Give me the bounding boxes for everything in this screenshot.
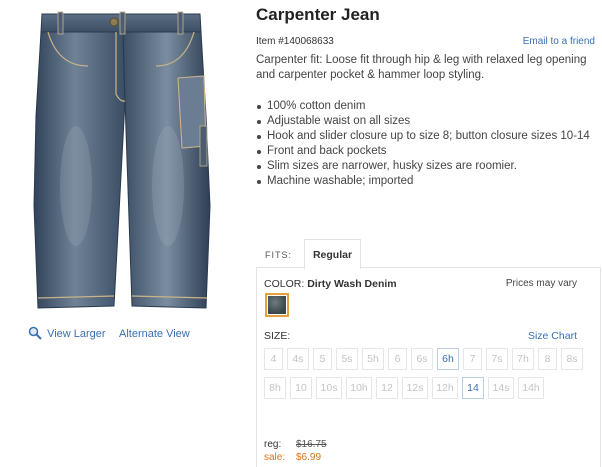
feature-item: 100% cotton denim xyxy=(256,99,596,114)
feature-item: Slim sizes are narrower, husky sizes are… xyxy=(256,159,596,174)
view-larger-link[interactable]: View Larger xyxy=(47,328,106,340)
size-option-14s: 14s xyxy=(488,377,514,399)
size-option-7s: 7s xyxy=(486,348,508,370)
product-title: Carpenter Jean xyxy=(256,5,380,24)
size-option-4s: 4s xyxy=(287,348,309,370)
size-option-6s: 6s xyxy=(411,348,433,370)
sale-price-label: sale: xyxy=(264,452,286,463)
size-options: 4 4s 5 5s 5h 6 6s 6h 7 7s 7h 8 8s 8h 10 10s 10h 12 12s 12h 1… xyxy=(264,348,594,406)
color-swatch-dirty-wash-denim[interactable] xyxy=(265,293,289,317)
feature-list: 100% cotton denim Adjustable waist on al… xyxy=(256,99,596,189)
size-option-6h[interactable]: 6h xyxy=(437,348,459,370)
size-option-5s: 5s xyxy=(336,348,358,370)
size-option-12: 12 xyxy=(376,377,398,399)
size-option-5: 5 xyxy=(313,348,332,370)
alternate-view-link[interactable]: Alternate View xyxy=(119,328,190,340)
price-block: reg: $16.75 sale: $6.99 xyxy=(264,438,327,464)
tab-regular[interactable]: Regular xyxy=(304,239,361,269)
size-option-5h: 5h xyxy=(362,348,384,370)
product-description: Carpenter fit: Loose fit through hip & l… xyxy=(256,54,587,81)
magnifier-icon[interactable] xyxy=(28,326,42,343)
fits-tabs: FITS: Regular xyxy=(256,239,599,269)
feature-item: Hook and slider closure up to size 8; bu… xyxy=(256,129,596,144)
color-value: Dirty Wash Denim xyxy=(307,278,397,290)
regular-price-row: reg: $16.75 xyxy=(264,438,327,451)
feature-item: Front and back pockets xyxy=(256,144,596,159)
size-option-10: 10 xyxy=(290,377,312,399)
swatch-fill xyxy=(268,296,286,314)
color-label: COLOR: xyxy=(264,278,305,290)
regular-price-label: reg: xyxy=(264,439,282,450)
feature-item: Machine washable; imported xyxy=(256,174,596,189)
size-option-14[interactable]: 14 xyxy=(462,377,484,399)
size-option-12s: 12s xyxy=(402,377,428,399)
image-view-links: View Larger Alternate View xyxy=(28,326,190,343)
size-option-10h: 10h xyxy=(346,377,372,399)
size-option-14h: 14h xyxy=(518,377,544,399)
regular-price: $16.75 xyxy=(296,439,327,450)
email-friend-link[interactable]: Email to a friend xyxy=(523,36,595,47)
size-option-4: 4 xyxy=(264,348,283,370)
size-option-7h: 7h xyxy=(512,348,534,370)
size-option-8: 8 xyxy=(538,348,557,370)
size-chart-link[interactable]: Size Chart xyxy=(528,330,577,342)
sale-price: $6.99 xyxy=(296,452,322,463)
prices-note: Prices may vary xyxy=(505,278,577,289)
product-image[interactable] xyxy=(28,6,216,316)
color-row: COLOR: Dirty Wash Denim xyxy=(264,278,397,290)
size-option-12h: 12h xyxy=(432,377,458,399)
fits-label: FITS: xyxy=(265,250,292,260)
size-option-10s: 10s xyxy=(316,377,342,399)
item-number: Item #140068633 xyxy=(256,36,334,47)
feature-item: Adjustable waist on all sizes xyxy=(256,114,596,129)
size-option-6: 6 xyxy=(388,348,407,370)
size-option-8s: 8s xyxy=(561,348,583,370)
sale-price-row: sale: $6.99 xyxy=(264,451,327,464)
size-option-8h: 8h xyxy=(264,377,286,399)
size-label: SIZE: xyxy=(264,330,291,342)
size-option-7: 7 xyxy=(463,348,482,370)
options-panel: COLOR: Dirty Wash Denim Prices may vary … xyxy=(256,267,601,467)
